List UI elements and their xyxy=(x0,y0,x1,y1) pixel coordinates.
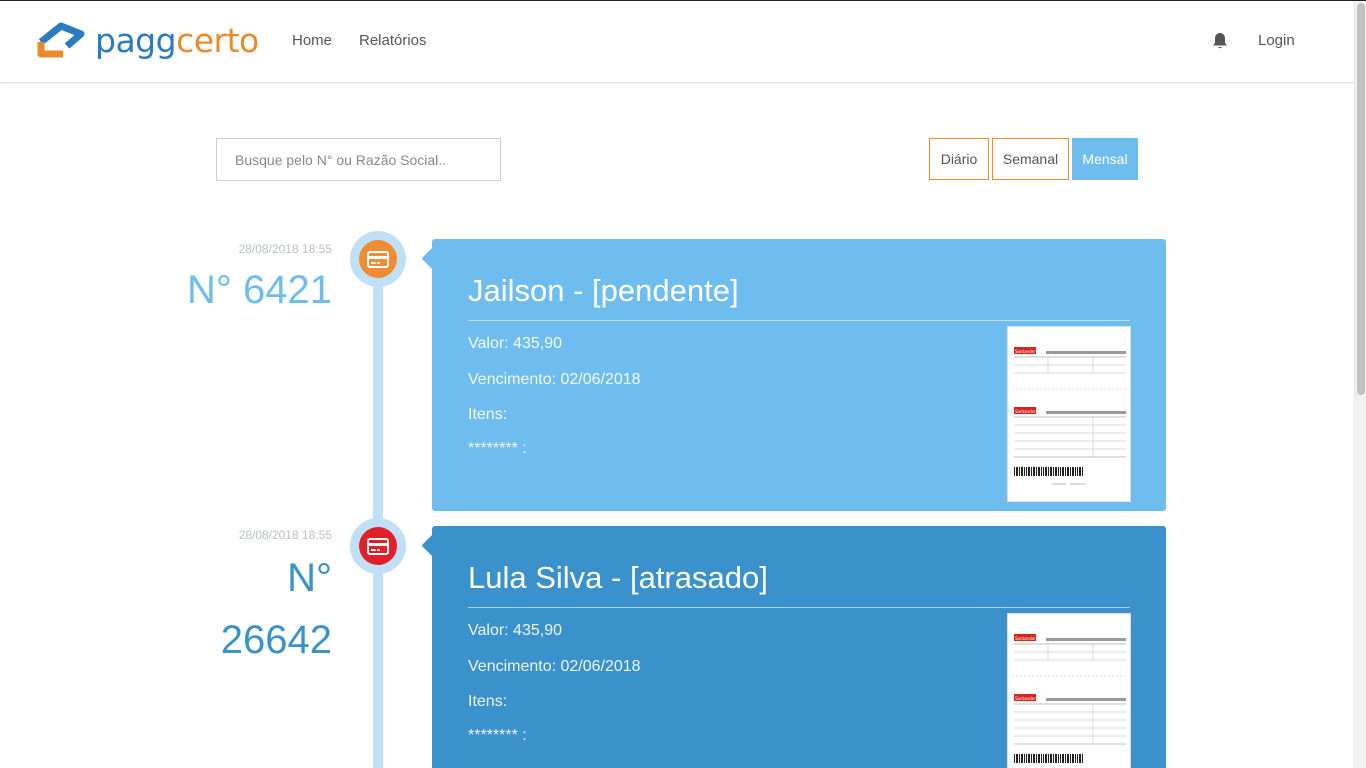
bell-icon[interactable] xyxy=(1212,32,1228,50)
boleto-thumbnail[interactable]: Santander Santander xyxy=(1007,613,1131,768)
timeline-card[interactable]: Jailson - [pendente] Valor: 435,90 Venci… xyxy=(422,239,1166,511)
divider xyxy=(468,320,1130,321)
navbar: paggcerto Home Relatórios Login xyxy=(0,1,1354,83)
timeline-dot-pending xyxy=(350,231,406,287)
filter-diario-button[interactable]: Diário xyxy=(929,138,989,180)
timeline-date: 28/08/2018 18:55 xyxy=(238,242,332,256)
boleto-image: Santander Santander xyxy=(1012,634,1128,763)
svg-text:Santander: Santander xyxy=(1015,696,1036,701)
nav-login-link[interactable]: Login xyxy=(1258,32,1295,49)
scrollbar-thumb[interactable] xyxy=(1357,3,1365,395)
card-itens-label: Itens: xyxy=(468,693,508,710)
search-input[interactable] xyxy=(216,138,501,181)
filter-mensal-button[interactable]: Mensal xyxy=(1072,138,1138,180)
boleto-thumbnail[interactable]: Santander Santander xyxy=(1007,326,1131,502)
card-pointer xyxy=(422,248,432,268)
timeline-dot-late xyxy=(350,518,406,574)
card-itens-label: Itens: xyxy=(468,406,508,423)
page-scrollbar[interactable] xyxy=(1354,1,1366,768)
filter-semanal-button[interactable]: Semanal xyxy=(992,138,1069,180)
logo-icon xyxy=(37,22,85,58)
card-pointer xyxy=(422,535,432,555)
svg-text:Santander: Santander xyxy=(1015,349,1036,354)
credit-card-icon xyxy=(367,250,389,268)
timeline-number: N° 26642 xyxy=(130,547,332,671)
card-vencimento: Vencimento: 02/06/2018 xyxy=(468,371,641,388)
card-vencimento: Vencimento: 02/06/2018 xyxy=(468,658,641,675)
timeline-number-value: 26642 xyxy=(220,618,332,662)
card-title: Jailson - [pendente] xyxy=(468,273,739,308)
card-title: Lula Silva - [atrasado] xyxy=(468,560,768,595)
card-item: ******** : xyxy=(468,440,527,457)
timeline-number: N° 6421 xyxy=(187,268,332,312)
logo-text: paggcerto xyxy=(95,20,259,60)
svg-text:Santander: Santander xyxy=(1015,409,1036,414)
boleto-image: Santander Santander xyxy=(1012,347,1128,485)
card-valor: Valor: 435,90 xyxy=(468,335,562,352)
logo[interactable]: paggcerto xyxy=(37,19,259,61)
divider xyxy=(468,607,1130,608)
page: paggcerto Home Relatórios Login Diário S… xyxy=(0,0,1366,768)
card-valor: Valor: 435,90 xyxy=(468,622,562,639)
nav-relatorios-link[interactable]: Relatórios xyxy=(359,32,427,49)
timeline-number-prefix: N° xyxy=(287,556,332,600)
credit-card-icon xyxy=(367,537,389,555)
timeline-date: 28/08/2018 18:55 xyxy=(238,528,332,542)
timeline-card[interactable]: Lula Silva - [atrasado] Valor: 435,90 Ve… xyxy=(422,526,1166,768)
timeline-line xyxy=(373,263,383,768)
card-item: ******** : xyxy=(468,727,527,744)
svg-text:Santander: Santander xyxy=(1015,636,1036,641)
nav-home-link[interactable]: Home xyxy=(292,32,332,49)
